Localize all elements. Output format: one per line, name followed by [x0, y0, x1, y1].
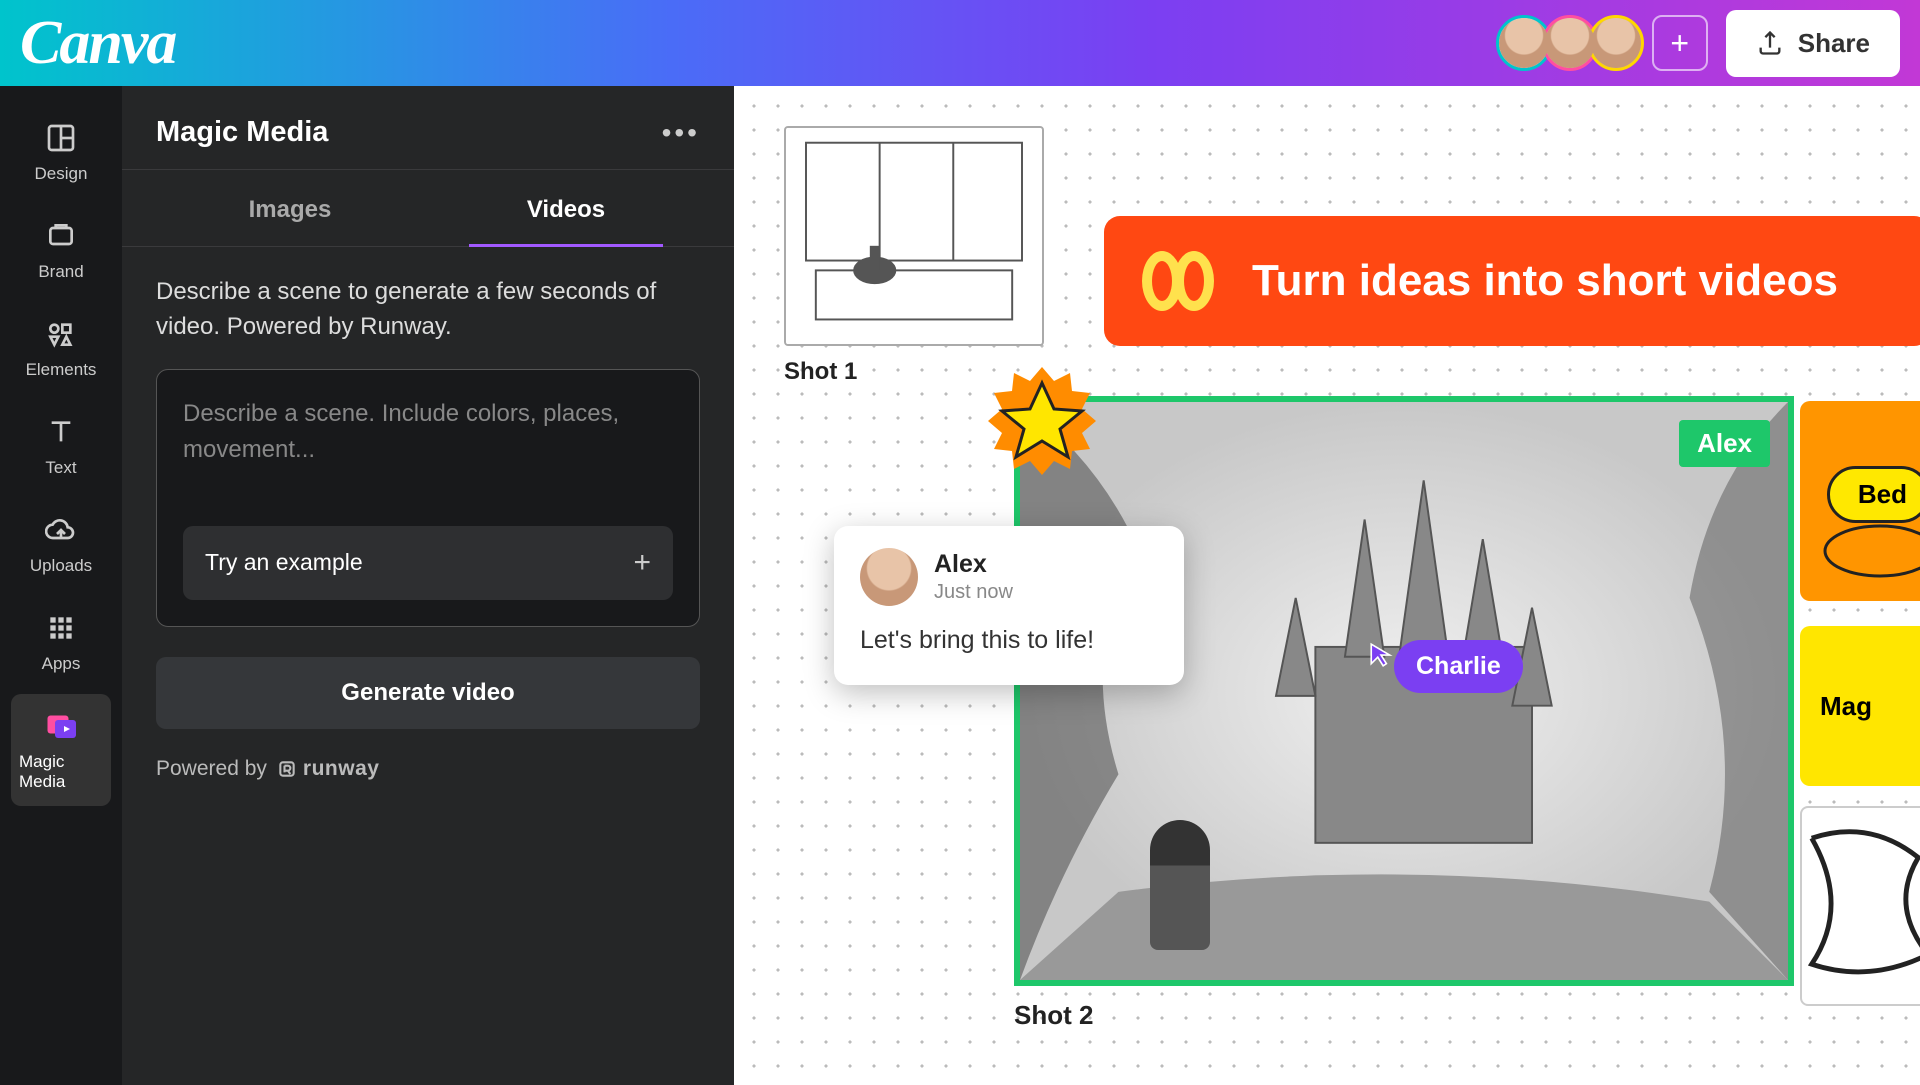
- prompt-input-container: Describe a scene. Include colors, places…: [156, 369, 700, 627]
- more-options-button[interactable]: •••: [662, 117, 700, 149]
- share-button[interactable]: Share: [1726, 10, 1900, 77]
- share-label: Share: [1798, 28, 1870, 59]
- runway-logo: runway: [277, 757, 380, 781]
- rail-apps[interactable]: Apps: [11, 596, 111, 688]
- canva-logo: Canva: [20, 8, 175, 79]
- text-icon: [43, 414, 79, 450]
- banner-logo-icon: [1136, 245, 1220, 317]
- remote-cursor-label: Charlie: [1394, 640, 1523, 693]
- prompt-textarea[interactable]: Describe a scene. Include colors, places…: [183, 396, 673, 506]
- rail-text[interactable]: Text: [11, 400, 111, 492]
- shapes-icon: [43, 316, 79, 352]
- top-bar: Canva + Share: [0, 0, 1920, 86]
- layout-icon: [43, 120, 79, 156]
- banner-text: Turn ideas into short videos: [1252, 256, 1838, 306]
- magic-media-icon: [43, 708, 79, 744]
- comment-popover[interactable]: Alex Just now Let's bring this to life!: [834, 526, 1184, 685]
- rail-design[interactable]: Design: [11, 106, 111, 198]
- shot-2-frame[interactable]: Alex Shot 2: [1014, 396, 1794, 1031]
- grid-icon: [43, 610, 79, 646]
- selection-owner-tag: Alex: [1679, 420, 1770, 467]
- bottom-sketch[interactable]: [1800, 806, 1920, 1006]
- star-sticker[interactable]: [982, 361, 1102, 481]
- comment-text: Let's bring this to life!: [860, 626, 1158, 655]
- comment-avatar: [860, 548, 918, 606]
- canvas-area[interactable]: Shot 1 Turn ideas into short videos: [734, 86, 1920, 1085]
- bed-label-pill[interactable]: Bed: [1827, 466, 1920, 523]
- tab-images[interactable]: Images: [152, 170, 428, 246]
- rail-elements[interactable]: Elements: [11, 302, 111, 394]
- collaborator-avatars: +: [1496, 15, 1708, 71]
- share-icon: [1756, 29, 1784, 57]
- panel-description: Describe a scene to generate a few secon…: [156, 275, 700, 345]
- shot-1-image: [784, 126, 1044, 346]
- shot-1-frame[interactable]: Shot 1: [784, 126, 1044, 386]
- rail-uploads[interactable]: Uploads: [11, 498, 111, 590]
- rail-brand[interactable]: Brand: [11, 204, 111, 296]
- shot-2-label: Shot 2: [1014, 1000, 1794, 1031]
- avatar-3[interactable]: [1588, 15, 1644, 71]
- try-example-button[interactable]: Try an example +: [183, 526, 673, 600]
- side-panel: Magic Media ••• Images Videos Describe a…: [122, 86, 734, 1085]
- panel-title: Magic Media: [156, 116, 328, 149]
- promo-banner: Turn ideas into short videos: [1104, 216, 1920, 346]
- left-rail: Design Brand Elements Text Uploads Apps …: [0, 86, 122, 1085]
- try-example-label: Try an example: [205, 549, 363, 576]
- comment-author: Alex: [934, 550, 1013, 579]
- powered-by-label: Powered by runway: [156, 757, 700, 781]
- add-collaborator-button[interactable]: +: [1652, 15, 1708, 71]
- rail-magic-media[interactable]: Magic Media: [11, 694, 111, 806]
- generate-video-button[interactable]: Generate video: [156, 657, 700, 729]
- avatar-1[interactable]: [1496, 15, 1552, 71]
- cloud-upload-icon: [43, 512, 79, 548]
- comment-timestamp: Just now: [934, 581, 1013, 604]
- avatar-2[interactable]: [1542, 15, 1598, 71]
- boy-figure: [1150, 820, 1210, 950]
- plus-icon: +: [633, 546, 651, 580]
- yellow-sticky[interactable]: Mag: [1800, 626, 1920, 786]
- brand-icon: [43, 218, 79, 254]
- panel-tabs: Images Videos: [122, 170, 734, 247]
- remote-cursor-charlie: Charlie: [1374, 644, 1523, 693]
- tab-videos[interactable]: Videos: [428, 170, 704, 246]
